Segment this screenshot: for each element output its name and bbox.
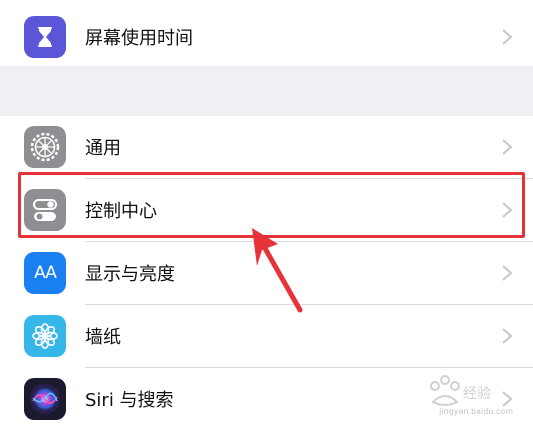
baidu-watermark-logo: 经验 — [430, 375, 491, 406]
svg-text:经验: 经验 — [463, 386, 491, 402]
text-size-glyph: AA — [34, 263, 57, 283]
settings-group-top: 屏幕使用时间 — [0, 0, 533, 66]
settings-row-label: 显示与亮度 — [85, 264, 175, 285]
settings-row-wallpaper[interactable]: 墙纸 — [0, 305, 533, 367]
settings-row-label: 屏幕使用时间 — [85, 28, 193, 49]
settings-row-display-brightness[interactable]: AA 显示与亮度 — [0, 242, 533, 304]
chevron-right-icon — [502, 328, 513, 344]
watermark-url: jingyan.baidu.com — [439, 407, 513, 416]
chevron-right-icon — [502, 265, 513, 281]
control-center-highlight-box — [18, 172, 525, 238]
gear-icon — [24, 126, 66, 168]
settings-row-label: 墙纸 — [85, 327, 121, 348]
chevron-right-icon — [502, 29, 513, 45]
chevron-right-icon — [502, 139, 513, 155]
siri-icon — [24, 378, 66, 420]
hourglass-icon — [24, 16, 66, 58]
flower-icon — [24, 315, 66, 357]
settings-row-general[interactable]: 通用 — [0, 116, 533, 178]
settings-row-label: Siri 与搜索 — [85, 390, 174, 411]
settings-row-screen-time[interactable]: 屏幕使用时间 — [0, 6, 533, 68]
text-size-icon: AA — [24, 252, 66, 294]
settings-row-label: 通用 — [85, 138, 121, 159]
